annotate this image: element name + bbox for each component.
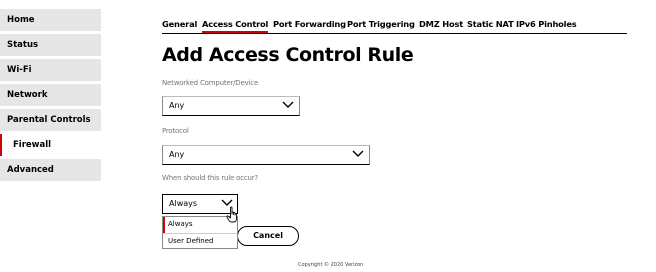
device-select[interactable]: Any — [162, 96, 300, 116]
tab-access-control[interactable]: Access Control — [202, 19, 268, 33]
tab-port-forwarding[interactable]: Port Forwarding — [273, 19, 346, 29]
cancel-button[interactable]: Cancel — [237, 226, 299, 246]
firewall-tabs: General Access Control Port Forwarding P… — [162, 15, 627, 34]
hand-pointer-icon — [226, 206, 240, 224]
protocol-select[interactable]: Any — [162, 145, 370, 165]
schedule-option-user-defined[interactable]: User Defined — [163, 232, 237, 249]
tab-port-triggering[interactable]: Port Triggering — [347, 19, 415, 29]
protocol-label: Protocol — [162, 127, 189, 135]
tab-ipv6-pinholes[interactable]: IPv6 Pinholes — [516, 19, 577, 29]
page-title: Add Access Control Rule — [162, 44, 414, 66]
sidebar-item-wifi[interactable]: Wi-Fi — [0, 59, 101, 81]
copyright-text: Copyright © 2020 Verizon — [298, 262, 364, 268]
sidebar-item-home[interactable]: Home — [0, 9, 101, 31]
device-label: Networked Computer/Device — [162, 79, 259, 87]
chevron-down-icon — [351, 148, 365, 160]
chevron-down-icon — [281, 99, 295, 111]
sidebar: Home Status Wi-Fi Network Parental Contr… — [0, 9, 101, 184]
sidebar-item-advanced[interactable]: Advanced — [0, 159, 101, 181]
tab-general[interactable]: General — [162, 19, 197, 29]
sidebar-item-firewall[interactable]: Firewall — [0, 134, 101, 156]
device-select-value: Any — [169, 101, 185, 110]
schedule-label: When should this rule occur? — [162, 174, 258, 182]
sidebar-item-parental-controls[interactable]: Parental Controls — [0, 109, 101, 131]
tab-static-nat[interactable]: Static NAT — [467, 19, 514, 29]
schedule-select-value: Always — [169, 199, 198, 208]
sidebar-item-network[interactable]: Network — [0, 84, 101, 106]
tab-dmz-host[interactable]: DMZ Host — [419, 19, 463, 29]
protocol-select-value: Any — [169, 150, 185, 159]
sidebar-item-status[interactable]: Status — [0, 34, 101, 56]
